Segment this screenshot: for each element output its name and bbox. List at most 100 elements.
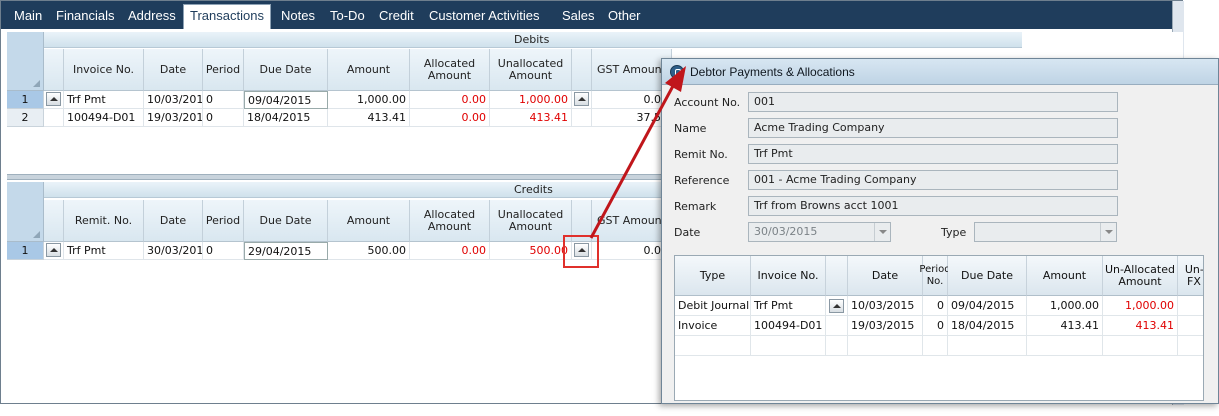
- date-cell[interactable]: 10/03/2015: [144, 91, 203, 109]
- period-cell[interactable]: 0: [923, 316, 948, 336]
- gst-cell[interactable]: 0.00: [592, 242, 672, 260]
- allocated-cell[interactable]: 0.00: [410, 242, 490, 260]
- period-cell[interactable]: 0: [203, 91, 244, 109]
- due-date-cell[interactable]: 09/04/2015: [948, 296, 1027, 316]
- dialog-title-bar[interactable]: Debtor Payments & Allocations: [662, 59, 1218, 85]
- allocate-up-icon[interactable]: [574, 92, 589, 106]
- unallocated-cell[interactable]: 500.00: [490, 242, 572, 260]
- empty-cell[interactable]: [1178, 336, 1203, 356]
- col-due-date[interactable]: Due Date: [244, 49, 328, 91]
- due-date-cell[interactable]: 18/04/2015: [244, 109, 328, 127]
- tab-sales[interactable]: Sales: [562, 8, 595, 23]
- type-cell[interactable]: Debit Journal: [675, 296, 751, 316]
- col-amount[interactable]: Amount: [328, 49, 410, 91]
- amount-cell[interactable]: 413.41: [328, 109, 410, 127]
- type-cell[interactable]: Invoice: [675, 316, 751, 336]
- amount-cell[interactable]: 1,000.00: [328, 91, 410, 109]
- account-field[interactable]: 001: [748, 92, 1118, 112]
- expand-up-icon[interactable]: [829, 299, 844, 313]
- chevron-down-icon[interactable]: [874, 223, 890, 241]
- col-unallocated[interactable]: Unallocated Amount: [490, 200, 572, 242]
- tab-transactions[interactable]: Transactions: [183, 4, 271, 29]
- col-unallocated[interactable]: Un-Allocated Amount: [1103, 256, 1178, 296]
- invoice-cell[interactable]: Trf Pmt: [751, 296, 826, 316]
- empty-cell[interactable]: [751, 336, 826, 356]
- amount-cell[interactable]: 1,000.00: [1027, 296, 1103, 316]
- row-number[interactable]: 2: [7, 109, 44, 127]
- col-due-date[interactable]: Due Date: [244, 200, 328, 242]
- tab-main[interactable]: Main: [14, 8, 42, 23]
- amount-cell[interactable]: 500.00: [328, 242, 410, 260]
- btn-cell[interactable]: [826, 296, 848, 316]
- period-cell[interactable]: 0: [203, 242, 244, 260]
- empty-cell[interactable]: [948, 336, 1027, 356]
- col-amount[interactable]: Amount: [328, 200, 410, 242]
- empty-cell[interactable]: [675, 336, 751, 356]
- col-period-no[interactable]: Period No.: [919, 256, 951, 296]
- col-allocated[interactable]: Allocated Amount: [410, 49, 490, 91]
- col-allocated[interactable]: Allocated Amount: [410, 200, 490, 242]
- btn-cell[interactable]: [826, 316, 848, 336]
- tab-notes[interactable]: Notes: [281, 8, 315, 23]
- col-unallocated-fx[interactable]: Un-Al FX A: [1178, 256, 1203, 296]
- expand-up-icon[interactable]: [46, 243, 61, 257]
- empty-cell[interactable]: [923, 336, 948, 356]
- due-date-cell[interactable]: 18/04/2015: [948, 316, 1027, 336]
- period-cell[interactable]: 0: [203, 109, 244, 127]
- remark-field[interactable]: Trf from Browns acct 1001: [748, 196, 1118, 216]
- unallocated-cell[interactable]: 1,000.00: [1103, 296, 1178, 316]
- date-cell[interactable]: 19/03/2015: [848, 316, 923, 336]
- allocated-cell[interactable]: 0.00: [410, 109, 490, 127]
- tab-credit[interactable]: Credit: [379, 8, 414, 23]
- tab-customer-activities[interactable]: Customer Activities: [429, 8, 540, 23]
- col-type[interactable]: Type: [675, 256, 751, 296]
- gst-cell[interactable]: 0.00: [592, 91, 672, 109]
- col-unallocated[interactable]: Unallocated Amount: [490, 49, 572, 91]
- reference-field[interactable]: 001 - Acme Trading Company: [748, 170, 1118, 190]
- alloc-btn-cell[interactable]: [572, 109, 592, 127]
- chevron-down-icon[interactable]: [1100, 223, 1116, 241]
- col-period[interactable]: Period: [203, 49, 244, 91]
- invoice-cell[interactable]: 100494-D01: [751, 316, 826, 336]
- amount-cell[interactable]: 413.41: [1027, 316, 1103, 336]
- expand-cell[interactable]: [44, 109, 64, 127]
- col-date[interactable]: Date: [144, 200, 203, 242]
- date-cell[interactable]: 30/03/2015: [144, 242, 203, 260]
- col-date[interactable]: Date: [144, 49, 203, 91]
- fx-cell[interactable]: [1178, 296, 1203, 316]
- due-date-cell[interactable]: 29/04/2015: [244, 242, 328, 260]
- empty-cell[interactable]: [1103, 336, 1178, 356]
- name-field[interactable]: Acme Trading Company: [748, 118, 1118, 138]
- col-due-date[interactable]: Due Date: [948, 256, 1027, 296]
- type-combo[interactable]: [974, 222, 1117, 242]
- tab-address[interactable]: Address: [128, 8, 176, 23]
- invoice-cell[interactable]: Trf Pmt: [64, 91, 144, 109]
- col-date[interactable]: Date: [848, 256, 923, 296]
- expand-cell[interactable]: [44, 242, 64, 260]
- col-invoice-no[interactable]: Invoice No.: [751, 256, 826, 296]
- remit-cell[interactable]: Trf Pmt: [64, 242, 144, 260]
- gst-cell[interactable]: 37.58: [592, 109, 672, 127]
- empty-cell[interactable]: [1027, 336, 1103, 356]
- col-remit-no[interactable]: Remit. No.: [64, 200, 144, 242]
- col-gst[interactable]: GST Amount: [592, 49, 672, 91]
- expand-up-icon[interactable]: [46, 92, 61, 106]
- alloc-btn-cell[interactable]: [572, 91, 592, 109]
- period-cell[interactable]: 0: [923, 296, 948, 316]
- due-date-cell[interactable]: 09/04/2015: [244, 91, 328, 109]
- expand-cell[interactable]: [44, 91, 64, 109]
- row-number[interactable]: 1: [7, 91, 44, 109]
- date-cell[interactable]: 19/03/2015: [144, 109, 203, 127]
- col-gst[interactable]: GST Amount: [592, 200, 672, 242]
- row-number[interactable]: 1: [7, 242, 44, 260]
- tab-financials[interactable]: Financials: [56, 8, 115, 23]
- date-cell[interactable]: 10/03/2015: [848, 296, 923, 316]
- fx-cell[interactable]: [1178, 316, 1203, 336]
- empty-cell[interactable]: [848, 336, 923, 356]
- col-period[interactable]: Period: [203, 200, 244, 242]
- unallocated-cell[interactable]: 413.41: [1103, 316, 1178, 336]
- allocated-cell[interactable]: 0.00: [410, 91, 490, 109]
- splitter[interactable]: [7, 174, 663, 180]
- invoice-cell[interactable]: 100494-D01: [64, 109, 144, 127]
- date-combo[interactable]: 30/03/2015: [748, 222, 891, 242]
